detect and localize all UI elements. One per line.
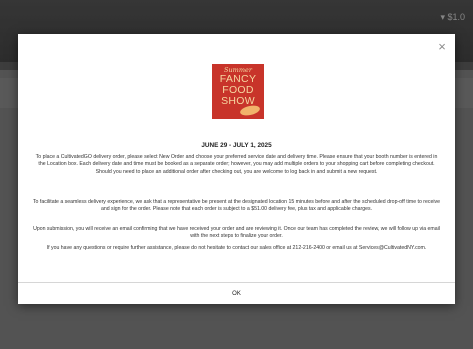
event-date: JUNE 29 - JULY 1, 2025 <box>201 142 272 149</box>
contact-info: If you have any questions or require fur… <box>46 245 427 251</box>
ordering-instructions: To place a CultivatedGO delivery order, … <box>35 154 438 175</box>
delivery-instructions: To facilitate a seamless delivery experi… <box>32 199 441 213</box>
ok-button[interactable]: OK <box>18 284 455 304</box>
announcement-modal: × Summer FANCY FOOD SHOW JUNE 29 - JULY … <box>18 34 455 304</box>
close-icon[interactable]: × <box>435 40 449 54</box>
fancy-food-show-logo: Summer FANCY FOOD SHOW <box>212 64 264 119</box>
confirmation-info: Upon submission, you will receive an ema… <box>33 226 440 240</box>
modal-footer-divider <box>18 282 455 283</box>
